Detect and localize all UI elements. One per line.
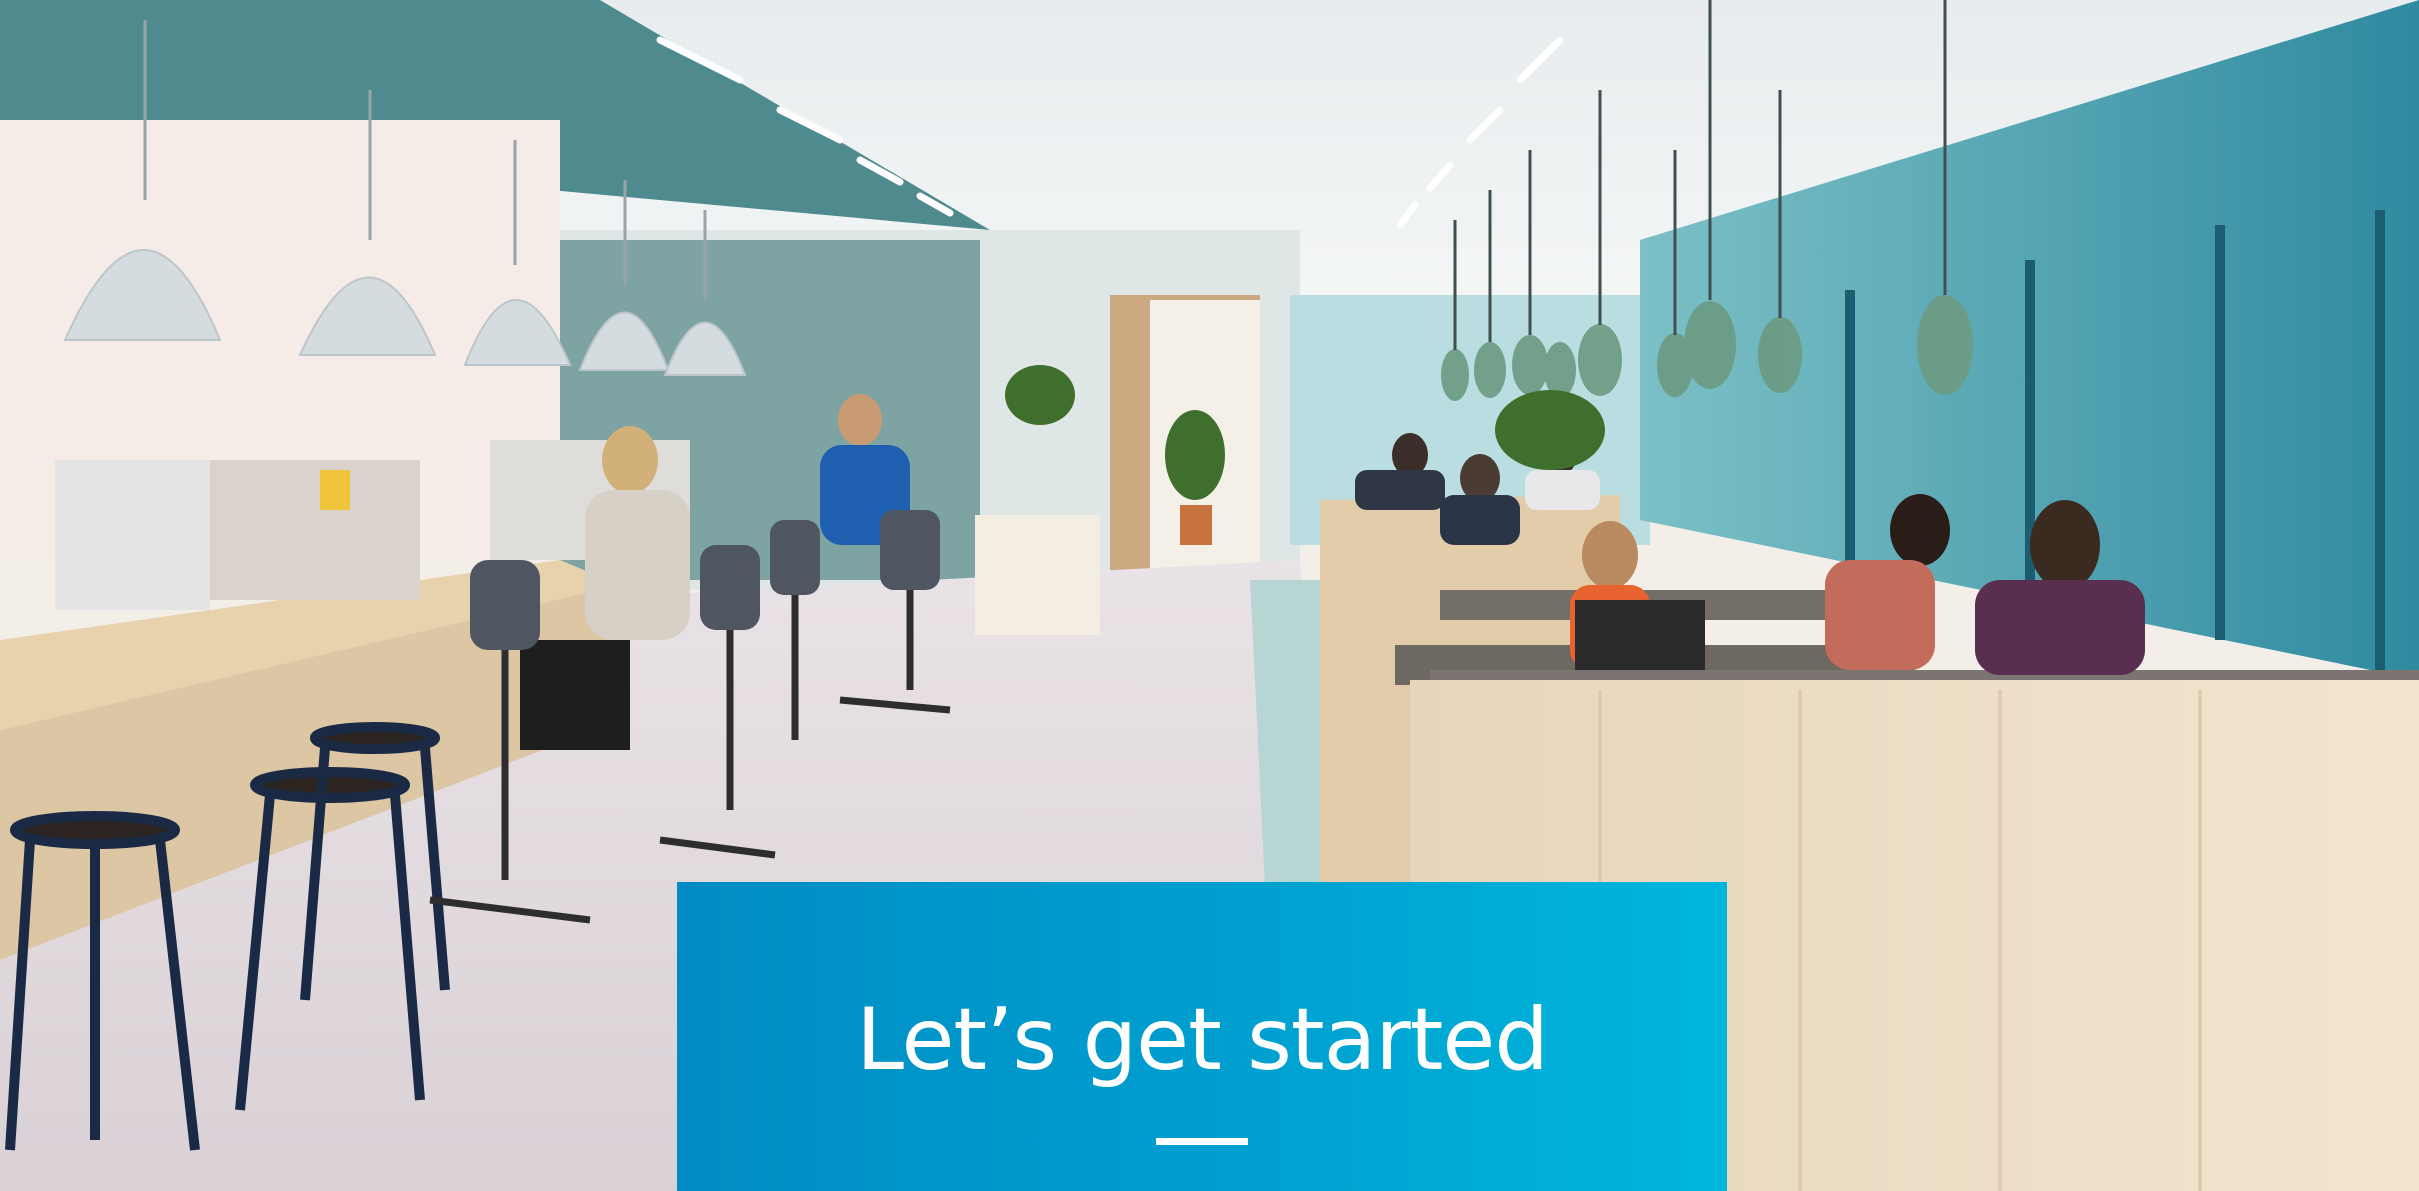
slide-title: Let’s get started <box>856 990 1549 1090</box>
title-banner: Let’s get started <box>677 882 1727 1191</box>
title-slide: Let’s get started <box>0 0 2419 1191</box>
title-underline-divider <box>1156 1138 1248 1145</box>
